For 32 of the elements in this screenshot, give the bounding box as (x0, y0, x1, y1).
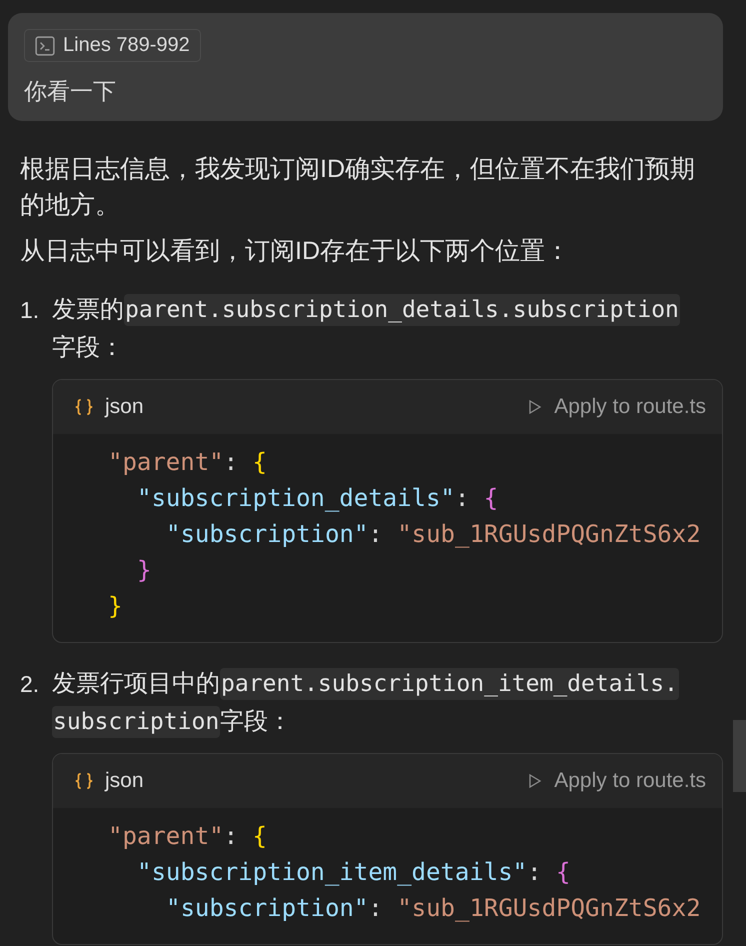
braces-icon (73, 772, 95, 790)
code-line: "subscription_details": { (137, 483, 498, 514)
play-icon (528, 399, 542, 415)
terminal-icon (35, 36, 55, 56)
attachment-label: Lines 789-992 (63, 34, 190, 57)
code-line: } (137, 555, 152, 586)
braces-icon (73, 398, 95, 416)
apply-button[interactable]: Apply to route.ts (528, 395, 706, 419)
item-text: 发票行项目中的 (52, 669, 220, 699)
inline-code: parent.subscription_details.subscription (124, 294, 680, 326)
reply-paragraph: 根据日志信息，我发现订阅ID确实存在，但位置不在我们预期的地方。 (20, 154, 696, 221)
attachment-chip[interactable]: Lines 789-992 (24, 29, 201, 62)
item-text: 字段： (52, 333, 124, 363)
list-number: 1. (20, 296, 40, 325)
apply-button[interactable]: Apply to route.ts (528, 769, 706, 793)
code-line: "subscription": "sub_1RGUsdPQGnZtS6x2 (166, 519, 701, 550)
item-text: 发票的 (52, 295, 124, 325)
inline-code: subscription (52, 706, 220, 738)
list-number: 2. (20, 670, 40, 699)
code-line: "subscription": "sub_1RGUsdPQGnZtS6x2 (166, 893, 701, 924)
message-text: 你看一下 (24, 77, 117, 106)
item-text: 字段： (220, 707, 292, 737)
play-icon (528, 773, 542, 789)
code-language: json (105, 395, 144, 419)
reply-paragraph: 从日志中可以看到，订阅ID存在于以下两个位置： (20, 236, 571, 267)
code-line: "parent": { (108, 821, 267, 852)
inline-code: parent.subscription_item_details. (220, 668, 679, 700)
code-line: } (108, 591, 122, 622)
scrollbar-thumb[interactable] (733, 720, 746, 792)
code-language: json (105, 769, 144, 793)
code-line: "subscription_item_details": { (137, 857, 570, 888)
code-line: "parent": { (108, 447, 267, 478)
